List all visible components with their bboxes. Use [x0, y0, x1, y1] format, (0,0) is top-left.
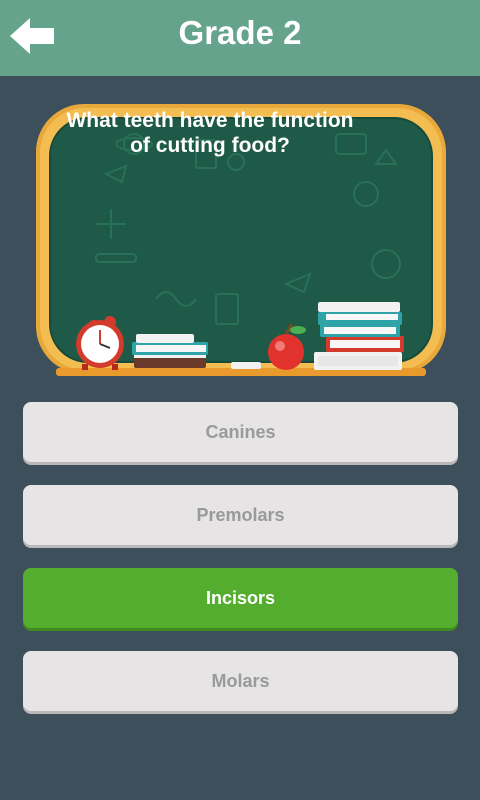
top-bar: Grade 2 — [0, 0, 480, 76]
answer-button-molars[interactable]: Molars — [23, 651, 458, 711]
answer-button-premolars[interactable]: Premolars — [23, 485, 458, 545]
answer-button-incisors[interactable]: Incisors — [23, 568, 458, 628]
page-title: Grade 2 — [178, 14, 302, 51]
question-text: What teeth have the function of cutting … — [66, 109, 354, 157]
answer-button-canines[interactable]: Canines — [23, 402, 458, 462]
